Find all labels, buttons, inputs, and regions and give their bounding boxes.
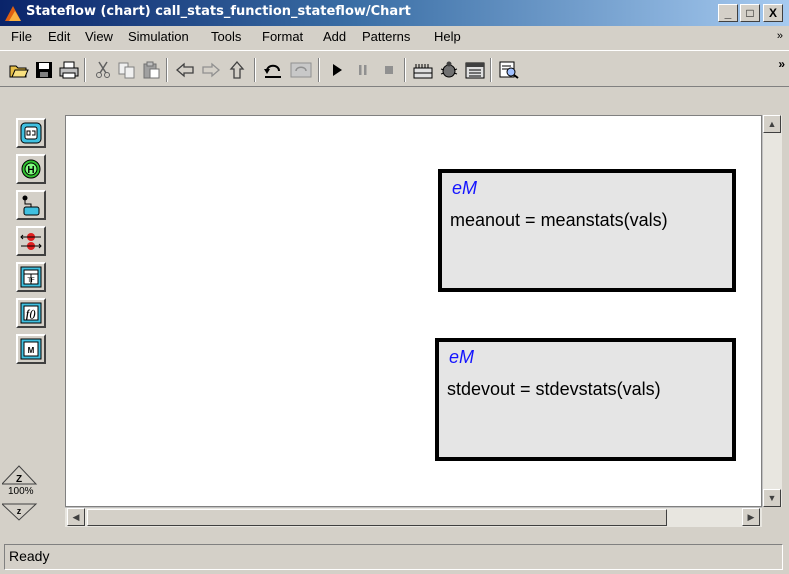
function-box-stdevstats[interactable]: eM stdevout = stdevstats(vals) [435, 338, 736, 461]
zoom-in-label: Z [16, 474, 22, 485]
state-tool-icon[interactable] [16, 118, 46, 148]
menu-simulation[interactable]: Simulation [128, 29, 189, 44]
status-text: Ready [9, 548, 50, 564]
copy-icon[interactable] [116, 59, 138, 81]
toolbar: » [0, 50, 789, 87]
title-bar[interactable]: Stateflow (chart) call_stats_function_st… [0, 0, 789, 26]
menu-bar: File Edit View Simulation Tools Format A… [0, 26, 789, 50]
stop-icon[interactable] [378, 59, 400, 81]
open-icon[interactable] [8, 59, 30, 81]
menu-overflow-icon[interactable]: » [777, 30, 783, 42]
vertical-scrollbar[interactable]: ▲ ▼ [762, 115, 782, 507]
model-explorer-icon[interactable] [464, 59, 486, 81]
function-tag: eM [449, 347, 475, 367]
redo-icon[interactable] [290, 59, 312, 81]
scroll-left-arrow-icon[interactable]: ◀ [67, 508, 85, 526]
embedded-function-tool-icon[interactable]: f() [16, 298, 46, 328]
up-icon[interactable] [226, 59, 248, 81]
toolbar-separator [84, 58, 86, 82]
svg-text:f(): f() [26, 309, 36, 320]
horizontal-scroll-thumb[interactable] [87, 509, 667, 526]
toolbar-separator [166, 58, 168, 82]
cut-icon[interactable] [92, 59, 114, 81]
zoom-level: 100% [8, 486, 34, 497]
chart-canvas[interactable]: eM meanout = meanstats(vals) eM stdevout… [65, 115, 762, 507]
toolbar-separator [254, 58, 256, 82]
toolbar-separator [490, 58, 492, 82]
svg-text:TF: TF [27, 278, 35, 284]
explore-icon[interactable] [498, 59, 520, 81]
stateflow-window: Stateflow (chart) call_stats_function_st… [0, 0, 789, 574]
start-icon[interactable] [326, 59, 348, 81]
menu-file[interactable]: File [11, 29, 32, 44]
truth-table-tool-icon[interactable]: TF [16, 262, 46, 292]
scroll-up-arrow-icon[interactable]: ▲ [763, 115, 781, 133]
menu-edit[interactable]: Edit [48, 29, 70, 44]
menu-view[interactable]: View [85, 29, 113, 44]
default-transition-tool-icon[interactable] [16, 190, 46, 220]
undo-icon[interactable] [262, 59, 284, 81]
function-signature: meanout = meanstats(vals) [450, 210, 668, 230]
menu-patterns[interactable]: Patterns [362, 29, 410, 44]
minimize-button[interactable]: _ [718, 4, 738, 22]
zoom-out-label: z [17, 506, 22, 516]
menu-add[interactable]: Add [323, 29, 346, 44]
pause-icon[interactable] [352, 59, 374, 81]
toolbar-separator [404, 58, 406, 82]
debug-icon[interactable] [438, 59, 460, 81]
toolbar-overflow-icon[interactable]: » [778, 57, 785, 71]
status-field: Ready [4, 544, 783, 570]
menu-help[interactable]: Help [434, 29, 461, 44]
paste-icon[interactable] [140, 59, 162, 81]
close-button[interactable]: X [763, 4, 783, 22]
save-icon[interactable] [33, 59, 55, 81]
back-icon[interactable] [174, 59, 196, 81]
menu-format[interactable]: Format [262, 29, 303, 44]
zoom-control: Z z 100% [2, 462, 62, 528]
svg-text:H: H [27, 165, 34, 176]
box-tool-icon[interactable]: M [16, 334, 46, 364]
menu-tools[interactable]: Tools [211, 29, 241, 44]
function-box-meanstats[interactable]: eM meanout = meanstats(vals) [438, 169, 736, 292]
function-signature: stdevout = stdevstats(vals) [447, 379, 661, 399]
forward-icon[interactable] [200, 59, 222, 81]
function-tag: eM [452, 178, 478, 198]
stateflow-app-icon [5, 6, 21, 21]
status-bar: Ready [0, 540, 789, 574]
horizontal-scrollbar[interactable]: ◀ ▶ [65, 507, 762, 527]
build-icon[interactable] [412, 59, 434, 81]
maximize-button[interactable]: □ [740, 4, 760, 22]
print-icon[interactable] [58, 59, 80, 81]
toolbar-separator [318, 58, 320, 82]
window-title: Stateflow (chart) call_stats_function_st… [26, 4, 411, 19]
connective-junction-tool-icon[interactable] [16, 226, 46, 256]
scroll-down-arrow-icon[interactable]: ▼ [763, 489, 781, 507]
scroll-right-arrow-icon[interactable]: ▶ [742, 508, 760, 526]
history-junction-tool-icon[interactable]: H [16, 154, 46, 184]
svg-text:M: M [28, 346, 35, 355]
